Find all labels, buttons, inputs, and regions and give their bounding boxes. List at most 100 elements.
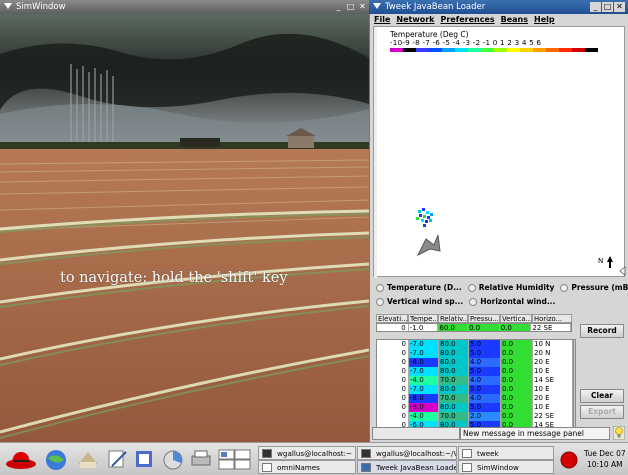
- scroll-thumb[interactable]: [575, 350, 576, 376]
- col-pressure[interactable]: Pressu...: [468, 314, 500, 323]
- table-row[interactable]: 0 -8.0 70.0 4.0 0.0 20 E: [377, 394, 575, 403]
- maximize-icon[interactable]: □: [602, 2, 613, 12]
- table-cell: 0: [377, 367, 409, 376]
- radio-circle-icon[interactable]: [376, 283, 384, 292]
- close-icon[interactable]: ✕: [614, 2, 625, 12]
- table-cell: 22 SE: [533, 412, 573, 421]
- radio-pressure[interactable]: Pressure (mB): [560, 283, 628, 292]
- table-cell: -4.0: [409, 376, 439, 385]
- table-row[interactable]: 0 -7.0 80.0 5.0 0.0 10 E: [377, 367, 575, 376]
- task-terminal-2[interactable]: wgallus@localhost:~/Vir: [357, 446, 457, 460]
- table-cell: 70.0: [439, 412, 469, 421]
- menu-file[interactable]: File: [374, 14, 390, 26]
- table-cell: 14 SE: [533, 376, 573, 385]
- table-cell: -7.0: [409, 340, 439, 349]
- window-menu-icon[interactable]: [4, 3, 12, 9]
- table-cell: 4.0: [469, 394, 501, 403]
- menu-network[interactable]: Network: [396, 14, 434, 26]
- minimize-icon[interactable]: _: [333, 2, 344, 12]
- tweek-titlebar[interactable]: Tweek JavaBean Loader _ □ ✕: [369, 0, 628, 14]
- office-icon[interactable]: [132, 446, 158, 472]
- tweek-title: Tweek JavaBean Loader: [385, 2, 486, 12]
- clock-time: 10:10 AM: [587, 460, 623, 469]
- table-cell: 0.0: [501, 340, 533, 349]
- window-icon: [462, 463, 472, 472]
- table-cell: -8.0: [409, 358, 439, 367]
- radio-vertical-wind[interactable]: Vertical wind sp...: [376, 297, 463, 306]
- menu-help[interactable]: Help: [534, 14, 555, 26]
- readings-log-table[interactable]: 0 -7.0 80.0 5.0 0.0 10 N 0 -7.0 80.0 5.0 0.0 20 N0-…: [376, 339, 576, 437]
- simwindow-titlebar[interactable]: SimWindow _ □ ✕: [0, 0, 369, 14]
- radio-temperature[interactable]: Temperature (D...: [376, 283, 462, 292]
- export-button[interactable]: Export: [580, 405, 624, 419]
- minimize-icon[interactable]: _: [590, 2, 601, 12]
- window-icon: [262, 463, 272, 472]
- chart-app-icon[interactable]: [160, 446, 186, 472]
- task-tweek-loader[interactable]: Tweek JavaBean Loader: [357, 460, 457, 474]
- status-bar: New message in message panel: [370, 424, 628, 442]
- task-terminal-1[interactable]: wgallus@localhost:~: [258, 446, 356, 460]
- radio-horizontal-wind[interactable]: Horizontal wind...: [469, 297, 555, 306]
- table-cell: 0.0: [501, 358, 533, 367]
- radio-circle-icon[interactable]: [469, 297, 478, 306]
- radio-circle-icon[interactable]: [467, 283, 476, 292]
- table-cell: -7.0: [409, 385, 439, 394]
- table-cell: 80.0: [439, 349, 469, 358]
- table-cell: 5.0: [469, 340, 501, 349]
- editor-icon[interactable]: [104, 446, 130, 472]
- col-elevation[interactable]: Elevati...: [376, 314, 408, 323]
- task-tweek[interactable]: tweek: [458, 446, 554, 460]
- clear-button[interactable]: Clear: [580, 389, 624, 403]
- menu-beans[interactable]: Beans: [501, 14, 528, 26]
- workspace-pager-icon[interactable]: [218, 446, 252, 472]
- mail-icon[interactable]: [74, 446, 102, 472]
- col-vertical[interactable]: Vertica...: [500, 314, 532, 323]
- table-row[interactable]: 0 -7.0 80.0 5.0 0.0 10 N: [377, 340, 575, 349]
- table-cell: 10 E: [533, 367, 573, 376]
- table-cell: 10 E: [533, 403, 573, 412]
- col-horizontal[interactable]: Horizo...: [532, 314, 572, 323]
- window-menu-icon[interactable]: [373, 3, 381, 9]
- status-message[interactable]: New message in message panel: [460, 427, 610, 440]
- table-row[interactable]: 0 -7.0 80.0 5.0 0.0 10 E: [377, 385, 575, 394]
- scrollbar[interactable]: [573, 340, 576, 436]
- table-cell: 5.0: [469, 349, 501, 358]
- redhat-menu-icon[interactable]: [4, 446, 38, 472]
- maximize-icon[interactable]: □: [345, 2, 356, 12]
- radio-humidity[interactable]: Relative Humidity: [467, 283, 554, 292]
- table-row[interactable]: 0 -8.0 80.0 4.0 0.0 20 E: [377, 358, 575, 367]
- table-cell: 80.0: [439, 385, 469, 394]
- table-row[interactable]: 0 -7.0 80.0 5.0 0.0 20 N: [377, 349, 575, 358]
- table-cell: 0: [377, 376, 409, 385]
- task-omninames[interactable]: omniNames: [258, 460, 356, 474]
- current-row[interactable]: 0 -1.0 60.0 0.0 0.0 22 SE: [376, 323, 572, 332]
- weather-map-canvas[interactable]: Temperature (Deg C) -10-9 -8 -7 -6 -5 -4…: [373, 26, 626, 278]
- table-cell: 80.0: [439, 340, 469, 349]
- radio-circle-icon[interactable]: [560, 283, 569, 292]
- menu-preferences[interactable]: Preferences: [440, 14, 494, 26]
- printer-icon[interactable]: [188, 446, 214, 472]
- table-cell: -8.0: [409, 394, 439, 403]
- cell: 0.0: [468, 324, 500, 331]
- table-cell: 0.0: [501, 349, 533, 358]
- table-cell: 0: [377, 403, 409, 412]
- col-temperature[interactable]: Tempe...: [408, 314, 438, 323]
- task-simwindow[interactable]: SimWindow: [458, 460, 554, 474]
- update-alert-icon[interactable]: [560, 451, 578, 469]
- 3d-viewport[interactable]: to navigate: hold the 'shift' key: [0, 14, 369, 442]
- clock[interactable]: Tue Dec 07 10:10 AM: [584, 448, 626, 470]
- record-button[interactable]: Record: [580, 324, 624, 338]
- table-cell: 0.0: [501, 394, 533, 403]
- table-cell: 0: [377, 394, 409, 403]
- col-humidity[interactable]: Relativ...: [438, 314, 468, 323]
- browser-icon[interactable]: [42, 446, 70, 472]
- tweek-window: File Network Preferences Beans Help Temp…: [369, 14, 628, 442]
- lightbulb-icon[interactable]: [613, 426, 625, 440]
- table-row[interactable]: 0 -8.0 80.0 5.0 0.0 10 E: [377, 403, 575, 412]
- table-row[interactable]: 0 -4.0 70.0 4.0 0.0 14 SE: [377, 376, 575, 385]
- table-cell: 4.0: [469, 358, 501, 367]
- table-row[interactable]: 0 -4.0 70.0 2.0 0.0 22 SE: [377, 412, 575, 421]
- radio-circle-icon[interactable]: [376, 297, 384, 306]
- close-icon[interactable]: ✕: [357, 2, 368, 12]
- table-cell: 80.0: [439, 403, 469, 412]
